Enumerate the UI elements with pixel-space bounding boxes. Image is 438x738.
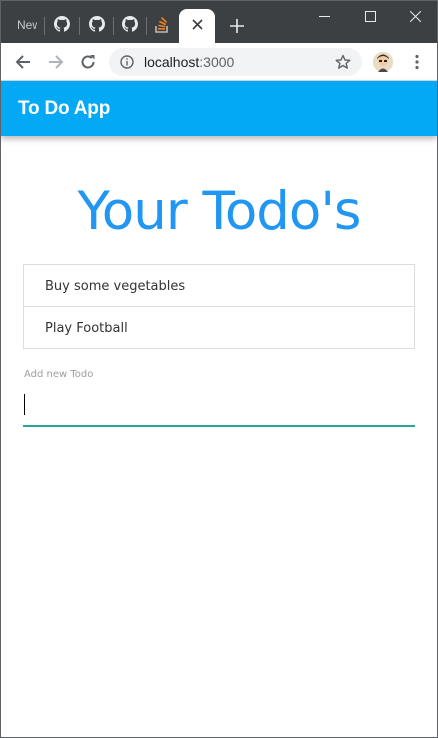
reload-icon	[81, 55, 95, 69]
close-window-button[interactable]	[392, 5, 437, 27]
bookmark-star-icon[interactable]	[335, 54, 351, 75]
tab-github-3[interactable]	[113, 9, 147, 43]
tab-github-2[interactable]	[80, 9, 114, 43]
plus-icon	[230, 19, 244, 33]
info-icon[interactable]	[120, 55, 134, 74]
back-button[interactable]	[10, 49, 36, 75]
close-icon	[409, 10, 421, 22]
profile-avatar[interactable]	[373, 52, 393, 72]
maximize-icon	[364, 10, 376, 22]
arrow-left-icon	[15, 55, 30, 69]
minimize-button[interactable]	[301, 5, 347, 27]
tab-github-1[interactable]	[45, 9, 79, 43]
url-port: :3000	[199, 54, 235, 70]
url-host: localhost	[144, 54, 200, 70]
todo-item[interactable]: Buy some vegetables	[24, 265, 414, 306]
reload-button[interactable]	[75, 49, 101, 75]
browser-menu-button[interactable]	[404, 49, 430, 75]
github-icon	[122, 15, 138, 37]
tab-active[interactable]	[179, 9, 215, 43]
page-title: Your Todo's	[77, 181, 361, 242]
github-icon	[89, 15, 105, 37]
new-tab-button[interactable]	[225, 13, 249, 39]
url-text: localhost:3000	[144, 54, 234, 70]
tab-stack-overflow[interactable]	[145, 9, 179, 43]
minimize-icon	[318, 15, 330, 17]
forward-button[interactable]	[43, 49, 69, 75]
github-icon	[54, 15, 70, 37]
new-todo-input[interactable]	[23, 387, 415, 427]
kebab-menu-icon	[415, 54, 419, 70]
text-cursor	[24, 394, 25, 415]
new-todo-label: Add new Todo	[24, 369, 94, 380]
arrow-right-icon	[49, 55, 64, 69]
tab-new[interactable]: New	[1, 9, 43, 43]
maximize-button[interactable]	[347, 5, 393, 27]
todo-item[interactable]: Play Football	[24, 306, 414, 348]
browser-window: New	[0, 0, 438, 738]
app-bar: To Do App	[1, 81, 437, 136]
address-bar[interactable]: localhost:3000	[109, 48, 362, 76]
todo-text: Play Football	[45, 321, 128, 336]
tab-label: New	[17, 18, 37, 32]
app-title[interactable]: To Do App	[18, 98, 110, 120]
todo-list: Buy some vegetables Play Football	[23, 264, 415, 349]
stack-overflow-icon	[154, 15, 170, 38]
close-tab-icon[interactable]	[191, 17, 203, 35]
tab-strip: New	[1, 1, 437, 43]
browser-toolbar: localhost:3000	[1, 43, 437, 81]
todo-text: Buy some vegetables	[45, 279, 186, 294]
